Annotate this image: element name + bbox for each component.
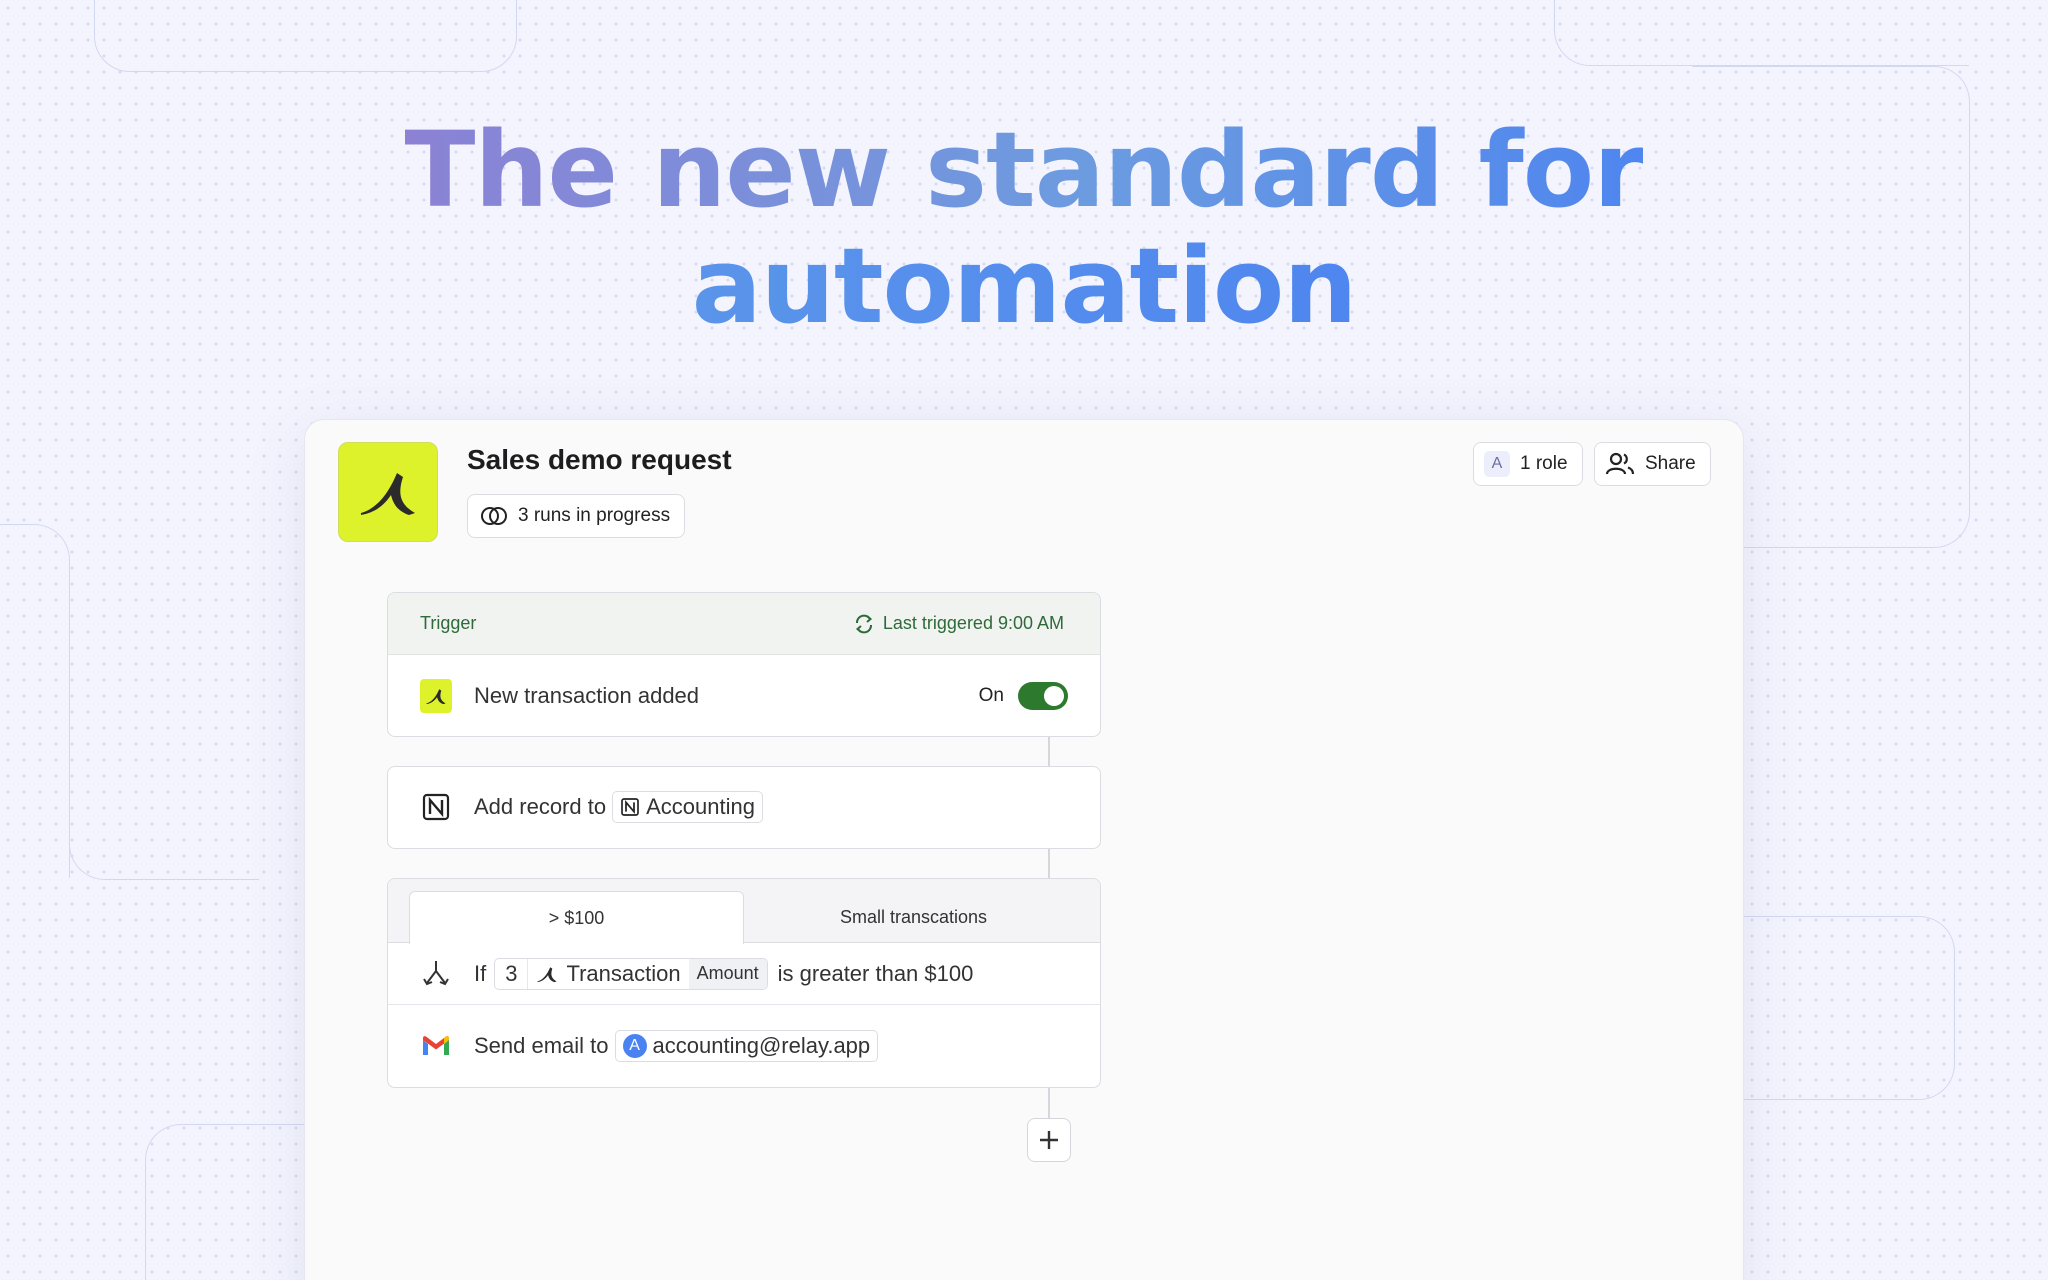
branch-condition-row[interactable]: If 3 Transaction Amount is greater than … <box>388 943 1100 1005</box>
condition-field-label: Transaction <box>566 960 681 986</box>
tab-over-100[interactable]: > $100 <box>409 891 744 944</box>
step-1-row[interactable]: Add record to Accounting <box>388 767 1100 847</box>
branch-card: > $100 Small transcations If 3 Transacti… <box>387 878 1101 1088</box>
condition-rest-label: is greater than $100 <box>777 960 974 986</box>
step-2-action-label: Send email to <box>474 1033 609 1058</box>
hero-headline-line-2: automation <box>691 225 1358 347</box>
notion-database-label: Accounting <box>646 794 755 819</box>
decor-outline-left-lower <box>69 600 259 880</box>
notion-icon <box>422 793 450 821</box>
runs-circles-icon <box>481 507 507 525</box>
condition-step-number: 3 <box>495 958 529 989</box>
step-1-card[interactable]: Add record to Accounting <box>387 766 1101 849</box>
app-logo <box>338 442 438 542</box>
branch-tabs: > $100 Small transcations <box>388 879 1100 944</box>
notion-icon <box>621 798 639 816</box>
refresh-icon <box>855 614 872 633</box>
workflow-panel: Sales demo request 3 runs in progress A … <box>304 419 1744 1280</box>
roles-button-label: 1 role <box>1520 453 1568 474</box>
decor-outline-top-right <box>1554 0 1969 66</box>
add-step-button[interactable] <box>1027 1118 1071 1162</box>
trigger-card[interactable]: Trigger Last triggered 9:00 AM New trans… <box>387 592 1101 737</box>
tab-small-transactions[interactable]: Small transcations <box>746 891 1081 944</box>
step-1-action-label: Add record to <box>474 794 607 819</box>
recipient-avatar: A <box>622 1034 647 1058</box>
share-button-label: Share <box>1645 453 1696 474</box>
connector-line <box>1048 736 1050 766</box>
decor-outline-top-left <box>94 0 517 72</box>
toggle-knob <box>1044 685 1064 706</box>
users-icon <box>1605 452 1635 475</box>
trigger-event-row[interactable]: New transaction added On <box>388 655 1100 736</box>
step-2-row[interactable]: Send email to A accounting@relay.app <box>388 1005 1100 1087</box>
decor-outline-right-lower <box>1740 916 1955 1100</box>
condition-subfield-label: Amount <box>688 958 767 989</box>
runs-in-progress-badge[interactable]: 3 runs in progress <box>467 494 686 538</box>
decor-outline-left <box>0 524 70 878</box>
trigger-card-header: Trigger Last triggered 9:00 AM <box>388 593 1100 655</box>
share-button[interactable]: Share <box>1594 442 1711 486</box>
hero-headline-line-1: The new standard for <box>404 109 1645 231</box>
last-triggered: Last triggered 9:00 AM <box>853 613 1064 635</box>
relay-logo-icon <box>537 966 558 982</box>
notion-database-chip[interactable]: Accounting <box>612 791 763 823</box>
last-triggered-label: Last triggered 9:00 AM <box>882 613 1064 633</box>
roles-button[interactable]: A 1 role <box>1473 442 1583 486</box>
relay-logo-icon <box>420 678 452 713</box>
connector-line <box>1048 848 1050 878</box>
branch-split-icon <box>423 960 449 985</box>
recipient-chip[interactable]: A accounting@relay.app <box>614 1030 879 1062</box>
runs-in-progress-label: 3 runs in progress <box>518 505 671 526</box>
gmail-icon <box>423 1036 449 1055</box>
relay-logo-icon <box>361 473 415 515</box>
toggle-label: On <box>978 684 1004 706</box>
plus-icon <box>1040 1131 1058 1149</box>
condition-if-label: If <box>474 960 487 986</box>
trigger-label: Trigger <box>420 613 477 633</box>
trigger-event-label: New transaction added <box>474 682 700 708</box>
recipient-email: accounting@relay.app <box>652 1033 871 1058</box>
trigger-enabled-toggle[interactable] <box>1018 681 1068 710</box>
role-avatar: A <box>1484 451 1510 477</box>
condition-field-chip[interactable]: 3 Transaction Amount <box>494 957 768 990</box>
hero-headline: The new standard for automation <box>0 112 2048 344</box>
connector-line <box>1048 1087 1050 1119</box>
workflow-title: Sales demo request <box>467 444 732 475</box>
